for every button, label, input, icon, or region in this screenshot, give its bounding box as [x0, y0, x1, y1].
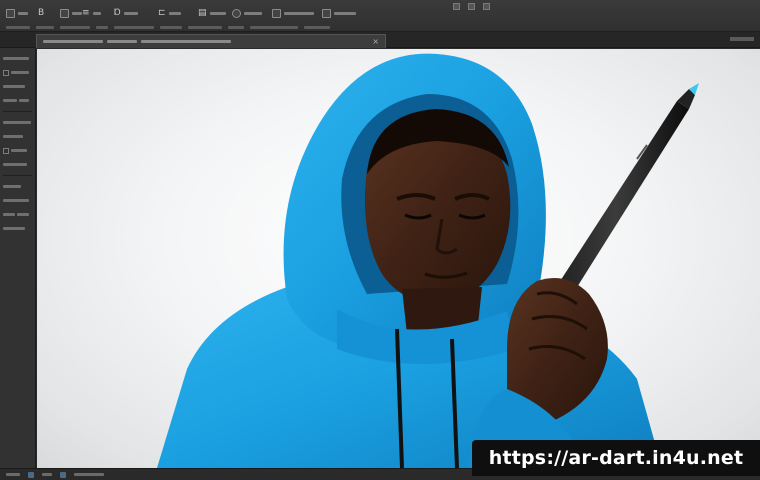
panel-row[interactable] — [3, 182, 32, 191]
panel-row-label — [3, 57, 29, 60]
tool-text-button[interactable]: B — [38, 6, 44, 20]
option-field[interactable] — [304, 25, 330, 29]
tool-label — [18, 11, 28, 15]
artwork-illustration — [157, 53, 699, 468]
panel-row[interactable] — [3, 54, 32, 63]
document-tab-info — [141, 40, 231, 43]
status-icon — [60, 471, 66, 478]
tool-group-button[interactable] — [232, 6, 262, 20]
close-icon[interactable]: × — [372, 37, 379, 46]
panel-row-label — [3, 227, 25, 230]
panel-row[interactable] — [3, 146, 32, 155]
zoom-level[interactable] — [6, 473, 20, 476]
tool-select-button[interactable] — [6, 6, 28, 20]
tool-label — [92, 11, 101, 15]
option-field[interactable] — [114, 25, 154, 29]
tool-label — [209, 11, 226, 15]
panel-row-label — [11, 149, 27, 152]
transform-icon — [60, 8, 69, 18]
panel-row-label — [3, 185, 21, 188]
divider — [3, 175, 32, 176]
option-field[interactable] — [160, 25, 182, 29]
grid-icon — [322, 8, 331, 18]
panel-row-label — [3, 163, 27, 166]
panel-row[interactable] — [3, 210, 32, 219]
panel-row[interactable] — [3, 132, 32, 141]
panel-row-label — [3, 121, 31, 124]
left-tool-panel — [0, 48, 36, 468]
menubar-right-group — [453, 3, 490, 10]
align-icon: ≡ — [82, 7, 90, 18]
panel-row[interactable] — [3, 82, 32, 91]
option-field[interactable] — [6, 25, 30, 29]
swatch-icon — [3, 147, 9, 154]
status-field — [42, 473, 52, 476]
ruler-icon: ⊏ — [158, 7, 166, 18]
option-field[interactable] — [250, 25, 298, 29]
document-canvas[interactable] — [37, 49, 760, 468]
tool-label — [244, 11, 262, 15]
panel-row[interactable] — [3, 224, 32, 233]
panel-row[interactable] — [3, 96, 32, 105]
options-bar: B ≡ Ɒ ⊏ ▤ — [0, 0, 760, 32]
option-field[interactable] — [60, 25, 90, 29]
panel-row-label — [3, 213, 15, 216]
panel-row-label — [3, 135, 23, 138]
tool-pen-button[interactable]: Ɒ — [114, 6, 139, 20]
panel-row-label — [3, 99, 17, 102]
tool-layers-button[interactable]: ▤ — [198, 6, 226, 20]
panel-menu-icon[interactable] — [730, 37, 754, 41]
tool-label — [334, 11, 356, 15]
tool-extra-button[interactable] — [322, 6, 356, 20]
square-dot-icon — [6, 8, 15, 18]
tool-options-button[interactable] — [272, 6, 314, 20]
tool-label — [72, 11, 82, 15]
layers-icon: ▤ — [198, 7, 207, 18]
panel-row-value — [19, 99, 29, 102]
panel-row-label — [3, 199, 29, 202]
tool-align-button[interactable]: ≡ — [82, 6, 101, 20]
divider — [3, 111, 32, 112]
options-icon — [272, 8, 281, 18]
option-field[interactable] — [188, 25, 222, 29]
option-field[interactable] — [96, 25, 108, 29]
panel-row-value — [17, 213, 29, 216]
tool-transform-button[interactable] — [60, 6, 82, 20]
chevron-icon[interactable] — [468, 3, 475, 10]
document-tab-strip: × — [0, 32, 760, 48]
watermark-text: https://ar-dart.in4u.net — [488, 447, 744, 469]
panel-row-label — [11, 71, 29, 74]
url-watermark: https://ar-dart.in4u.net — [472, 440, 760, 476]
status-field — [74, 473, 104, 476]
document-tab-info — [107, 40, 137, 43]
grid-icon[interactable] — [453, 3, 460, 10]
circle-icon — [232, 8, 241, 18]
pen-tip-icon: Ɒ — [114, 7, 122, 18]
tool-label — [284, 11, 314, 15]
status-icon — [28, 471, 34, 478]
document-tab-title — [43, 40, 103, 43]
panel-row[interactable] — [3, 118, 32, 127]
option-field[interactable] — [228, 25, 244, 29]
option-field[interactable] — [36, 25, 54, 29]
tool-label — [168, 11, 181, 15]
document-tab[interactable]: × — [36, 34, 386, 48]
tool-label — [124, 11, 139, 15]
bold-b-icon: B — [38, 7, 45, 18]
panel-row-label — [3, 85, 25, 88]
arrange-icon[interactable] — [483, 3, 490, 10]
panel-row[interactable] — [3, 160, 32, 169]
tool-ruler-button[interactable]: ⊏ — [158, 6, 181, 20]
panel-row[interactable] — [3, 196, 32, 205]
panel-row[interactable] — [3, 68, 32, 77]
swatch-icon — [3, 69, 9, 76]
options-row — [0, 22, 760, 32]
